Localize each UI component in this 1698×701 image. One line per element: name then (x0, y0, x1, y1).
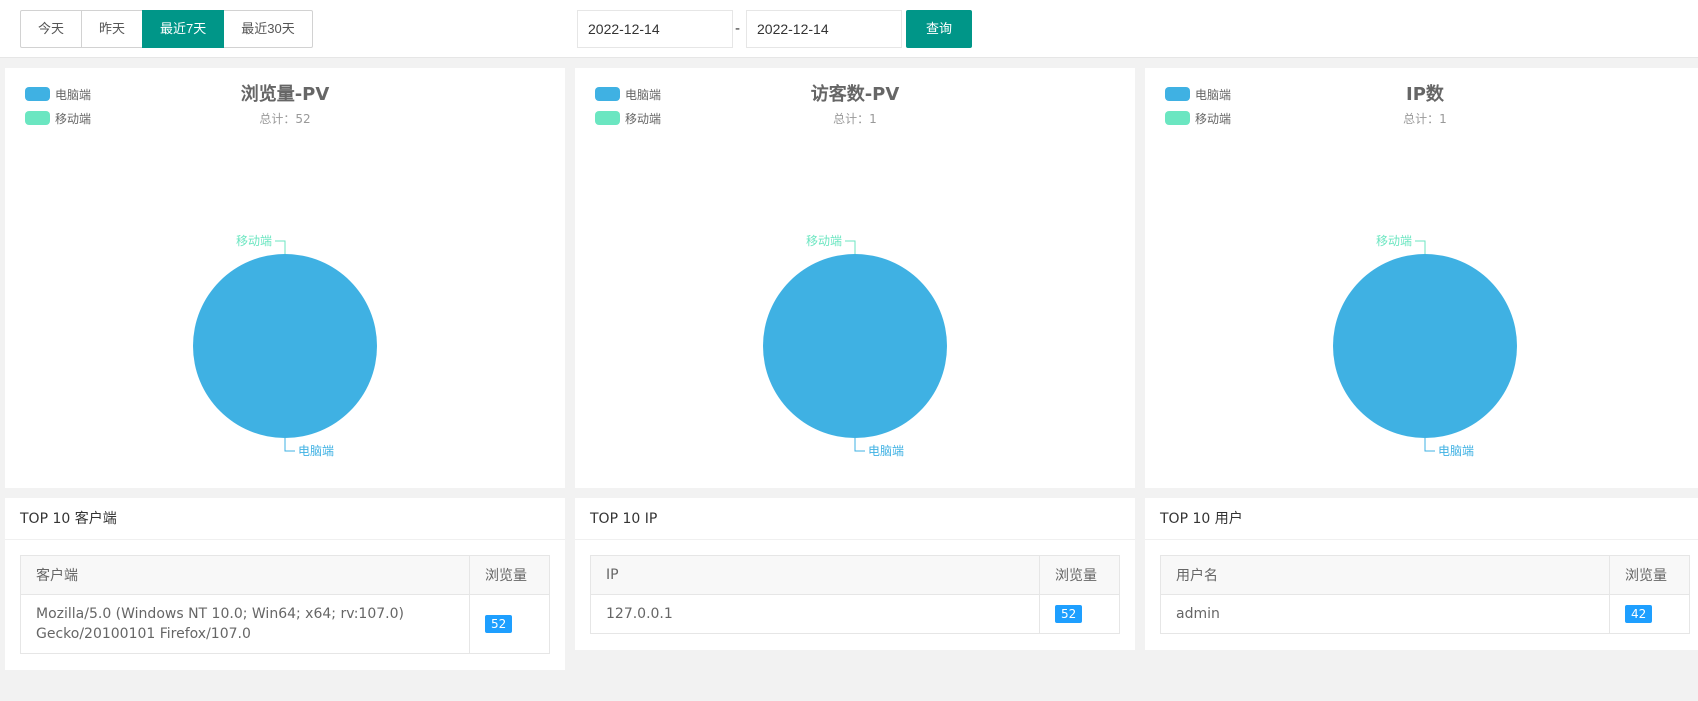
top-clients-card: TOP 10 客户端 客户端 浏览量 Mozilla/5.0 (Windows … (5, 498, 565, 670)
pv-chart-card: 电脑端 移动端 浏览量-PV 总计：52 电脑端 移动端 (5, 68, 565, 488)
range-last-7-days-button[interactable]: 最近7天 (142, 10, 225, 48)
views-cell: 42 (1609, 594, 1690, 634)
date-range-button-group: 今天 昨天 最近7天 最近30天 (20, 10, 313, 48)
top-ip-card: TOP 10 IP IP 浏览量 127.0.0.1 52 (575, 498, 1135, 650)
card-title: TOP 10 客户端 (5, 498, 565, 540)
end-date-input[interactable]: 2022-12-14 (746, 10, 902, 48)
pie-slice-desktop[interactable] (1333, 254, 1517, 438)
label-leader-line (284, 438, 295, 452)
pie-chart: 电脑端 移动端 (193, 234, 377, 458)
views-badge: 42 (1625, 605, 1653, 623)
column-header-client: 客户端 (20, 555, 470, 595)
table-header-row: 用户名 浏览量 (1160, 555, 1690, 595)
filter-toolbar: 今天 昨天 最近7天 最近30天 2022-12-14 - 2022-12-14… (0, 0, 1698, 58)
column-header-views: 浏览量 (1039, 555, 1120, 595)
slice-label-desktop: 电脑端 (1438, 444, 1474, 458)
range-today-button[interactable]: 今天 (20, 10, 83, 48)
table-row: admin 42 (1160, 594, 1690, 634)
top-users-card: TOP 10 用户 用户名 浏览量 admin 42 (1145, 498, 1698, 650)
slice-label-desktop: 电脑端 (298, 444, 334, 458)
label-leader-line (845, 240, 856, 254)
pie-chart: 电脑端 移动端 (763, 234, 947, 458)
slice-label-mobile: 移动端 (806, 234, 842, 248)
query-button[interactable]: 查询 (906, 10, 972, 48)
range-last-30-days-button[interactable]: 最近30天 (223, 10, 313, 48)
column-header-username: 用户名 (1160, 555, 1610, 595)
top-ip-table: IP 浏览量 127.0.0.1 52 (590, 555, 1120, 634)
ip-cell: 127.0.0.1 (590, 594, 1040, 634)
slice-label-mobile: 移动端 (236, 234, 272, 248)
start-date-input[interactable]: 2022-12-14 (577, 10, 733, 48)
views-cell: 52 (469, 594, 550, 654)
pie-slice-desktop[interactable] (193, 254, 377, 438)
column-header-ip: IP (590, 555, 1040, 595)
label-leader-line (275, 240, 286, 254)
ip-chart-card: 电脑端 移动端 IP数 总计：1 电脑端 移动端 (1145, 68, 1698, 488)
views-badge: 52 (1055, 605, 1083, 623)
username-cell: admin (1160, 594, 1610, 634)
table-row: Mozilla/5.0 (Windows NT 10.0; Win64; x64… (20, 594, 550, 654)
label-leader-line (854, 438, 865, 452)
column-header-views: 浏览量 (1609, 555, 1690, 595)
top-users-table: 用户名 浏览量 admin 42 (1160, 555, 1690, 634)
slice-label-mobile: 移动端 (1376, 234, 1412, 248)
table-row: 127.0.0.1 52 (590, 594, 1120, 634)
views-cell: 52 (1039, 594, 1120, 634)
label-leader-line (1424, 438, 1435, 452)
views-badge: 52 (485, 615, 513, 633)
slice-label-desktop: 电脑端 (868, 444, 904, 458)
card-title: TOP 10 IP (575, 498, 1135, 540)
card-title: TOP 10 用户 (1145, 498, 1698, 540)
table-header-row: IP 浏览量 (590, 555, 1120, 595)
pie-chart: 电脑端 移动端 (1333, 234, 1517, 458)
column-header-views: 浏览量 (469, 555, 550, 595)
range-yesterday-button[interactable]: 昨天 (81, 10, 144, 48)
pie-slice-desktop[interactable] (763, 254, 947, 438)
top-clients-table: 客户端 浏览量 Mozilla/5.0 (Windows NT 10.0; Wi… (20, 555, 550, 654)
visitors-chart-card: 电脑端 移动端 访客数-PV 总计：1 电脑端 移动端 (575, 68, 1135, 488)
date-separator: - (735, 21, 741, 37)
client-cell: Mozilla/5.0 (Windows NT 10.0; Win64; x64… (20, 594, 470, 654)
table-header-row: 客户端 浏览量 (20, 555, 550, 595)
label-leader-line (1415, 240, 1426, 254)
